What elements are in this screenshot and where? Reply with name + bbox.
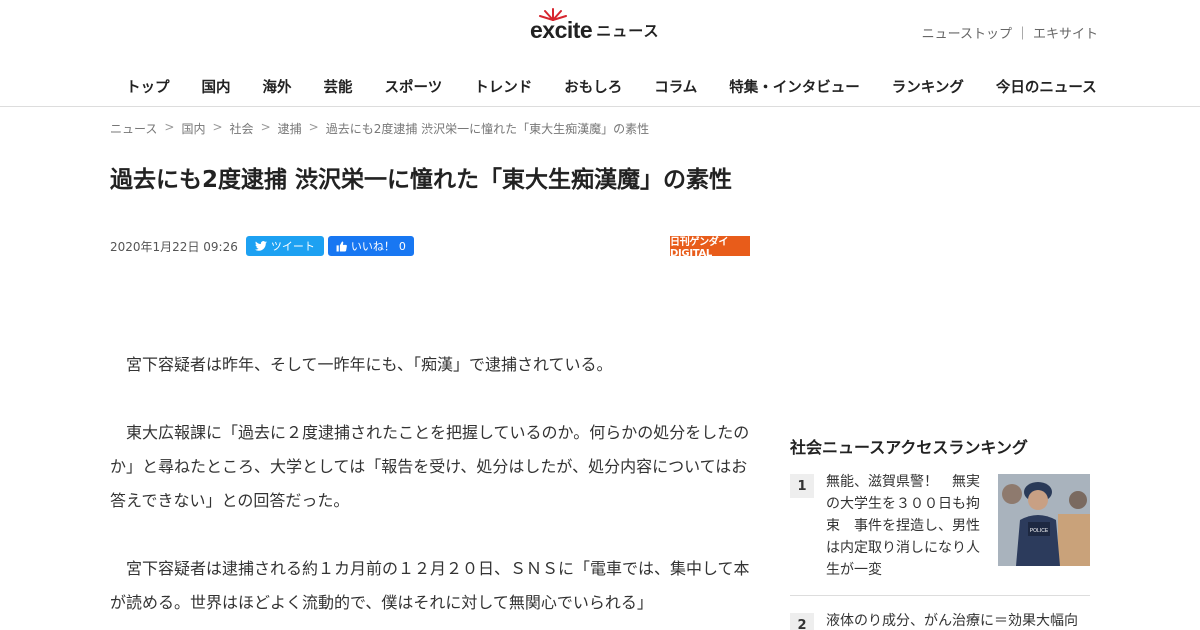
breadcrumb-arrest[interactable]: 逮捕: [278, 120, 302, 137]
nav-today[interactable]: 今日のニュース: [980, 70, 1113, 100]
ranking-heading: 社会ニュースアクセスランキング: [790, 438, 1028, 457]
source-logo-nikkan-gendai[interactable]: 日刊ゲンダイDIGITAL: [670, 236, 750, 259]
police-officer-thumbnail-icon: POLICE: [998, 474, 1090, 566]
nav-trend[interactable]: トレンド: [458, 70, 548, 100]
main-nav: トップ 国内 海外 芸能 スポーツ トレンド おもしろ コラム 特集・インタビュ…: [110, 70, 1097, 100]
excite-link[interactable]: エキサイト: [1033, 23, 1098, 42]
article-paragraph: 宮下容疑者は逮捕される約１カ月前の１２月２０日、ＳＮＳに「電車では、集中して本が…: [110, 559, 750, 612]
article-body: 宮下容疑者は昨年、そして一昨年にも、「痴漢」で逮捕されている。 東大広報課に「過…: [110, 348, 750, 630]
like-label: いいね！: [350, 240, 395, 253]
link-separator: ｜: [1015, 27, 1029, 42]
nav-top[interactable]: トップ: [110, 70, 186, 100]
tweet-button[interactable]: ツイート: [245, 236, 324, 256]
article-meta: 2020年1月22日 09:26 ツイート いいね！ 0 日刊ゲンダイDIGIT…: [110, 235, 750, 259]
nav-sports[interactable]: スポーツ: [369, 70, 459, 100]
excite-logo: excite: [530, 7, 593, 44]
article-title: 過去にも2度逮捕 渋沢栄一に憧れた「東大生痴漢魔」の素性: [110, 167, 733, 193]
ranking-item-title[interactable]: 液体のり成分、がん治療に＝効果大幅向: [826, 610, 1090, 630]
logo-burst-icon: [539, 7, 567, 21]
header-links: ニューストップ ｜ エキサイト: [922, 23, 1098, 42]
breadcrumb-separator: >: [212, 120, 223, 134]
breadcrumb-news[interactable]: ニュース: [110, 120, 157, 137]
breadcrumb-society[interactable]: 社会: [230, 120, 254, 137]
breadcrumb-separator: >: [260, 120, 271, 134]
police-vest-text: POLICE: [1030, 528, 1049, 534]
twitter-bird-icon: [254, 241, 267, 251]
thumbs-up-icon: [336, 241, 347, 251]
logo-news-text: ニュース: [596, 21, 660, 40]
article-date: 2020年1月22日 09:26: [110, 239, 238, 254]
rank-number: 1: [790, 474, 814, 498]
breadcrumb-separator: >: [164, 120, 175, 134]
ranking-item[interactable]: 2 液体のり成分、がん治療に＝効果大幅向: [790, 613, 1090, 630]
rank-number: 2: [790, 613, 814, 630]
nav-column[interactable]: コラム: [638, 70, 713, 100]
ranking-thumbnail[interactable]: POLICE: [998, 474, 1090, 566]
site-header: excite ニュース ニューストップ ｜ エキサイト トップ 国内 海外 芸能…: [0, 0, 1200, 107]
breadcrumb: ニュース > 国内 > 社会 > 逮捕 > 過去にも2度逮捕 渋沢栄一に憧れた「…: [110, 120, 649, 137]
article-paragraph: 宮下容疑者は昨年、そして一昨年にも、「痴漢」で逮捕されている。: [126, 355, 613, 374]
nav-overseas[interactable]: 海外: [247, 70, 308, 100]
ranking-item[interactable]: 1 無能、滋賀県警！ 無実の大学生を３００日も拘束 事件を捏造し、男性は内定取り…: [790, 474, 1090, 584]
nav-ranking[interactable]: ランキング: [876, 70, 980, 100]
breadcrumb-separator: >: [308, 120, 319, 134]
breadcrumb-domestic[interactable]: 国内: [181, 120, 205, 137]
article-paragraph: 東大広報課に「過去に２度逮捕されたことを把握しているのか。何らかの処分をしたのか…: [110, 423, 750, 510]
ranking-divider: [790, 595, 1090, 596]
nav-features[interactable]: 特集・インタビュー: [713, 70, 876, 100]
like-button[interactable]: いいね！ 0: [327, 236, 414, 256]
like-count: 0: [398, 239, 406, 253]
nav-domestic[interactable]: 国内: [186, 70, 247, 100]
nav-entertainment[interactable]: 芸能: [308, 70, 369, 100]
tweet-label: ツイート: [270, 240, 315, 253]
news-top-link[interactable]: ニューストップ: [922, 23, 1012, 42]
ranking-item-title[interactable]: 無能、滋賀県警！ 無実の大学生を３００日も拘束 事件を捏造し、男性は内定取り消し…: [826, 471, 986, 581]
site-logo[interactable]: excite ニュース: [530, 7, 660, 46]
breadcrumb-current: 過去にも2度逮捕 渋沢栄一に憧れた「東大生痴漢魔」の素性: [325, 122, 650, 136]
nav-funny[interactable]: おもしろ: [548, 70, 638, 100]
